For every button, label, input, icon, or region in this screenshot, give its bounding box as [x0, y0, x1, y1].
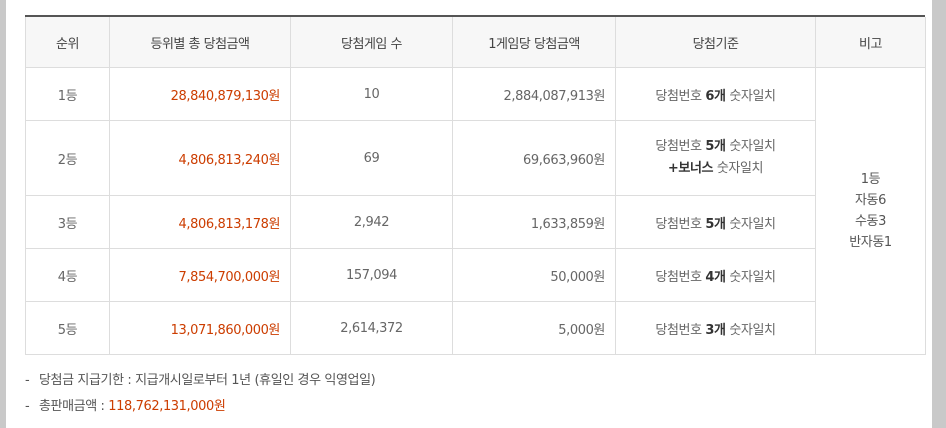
table-row: 1등 28,840,879,130원 10 2,884,087,913원 당첨번…	[25, 67, 926, 355]
winning-games-cell: 157,094	[290, 248, 453, 302]
criteria-count: 6개	[705, 88, 726, 104]
criteria-text: 숫자일치	[725, 216, 776, 232]
total-prize-cell: 7,854,700,000원	[109, 248, 291, 302]
criteria-text: 당첨번호	[655, 269, 706, 285]
rank-cell: 1등	[25, 67, 110, 121]
criteria-count: 3개	[705, 322, 726, 338]
prize-per-game-cell: 69,663,960원	[452, 120, 616, 196]
table-row: 4등 7,854,700,000원 157,094 50,000원 당첨번호 4…	[25, 248, 926, 302]
criteria-line: 당첨번호 5개 숫자일치	[617, 136, 814, 158]
note-item: - 총판매금액 : 118,762,131,000원	[25, 396, 375, 422]
prize-per-game-cell: 5,000원	[452, 301, 616, 355]
table-row: 2등 4,806,813,240원 69 69,663,960원 당첨번호 5개…	[25, 120, 926, 196]
remark-line: 반자동1	[849, 235, 892, 250]
remark-line: 수동3	[855, 214, 886, 229]
remark-line: 1등	[860, 172, 881, 187]
prize-per-game-cell: 2,884,087,913원	[452, 67, 616, 121]
criteria-text: 당첨번호	[655, 322, 706, 338]
total-prize-cell: 28,840,879,130원	[109, 67, 291, 121]
rank-cell: 5등	[25, 301, 110, 355]
header-total-prize: 등위별 총 당첨금액	[109, 17, 291, 68]
rank-cell: 3등	[25, 195, 110, 249]
criteria-text: 숫자일치	[725, 88, 776, 104]
winning-games-cell: 2,614,372	[290, 301, 453, 355]
criteria-line: +보너스 숫자일치	[617, 158, 814, 180]
criteria-count: 5개	[705, 139, 726, 154]
header-criteria: 당첨기준	[615, 17, 816, 68]
rank-cell: 4등	[25, 248, 110, 302]
criteria-cell: 당첨번호 5개 숫자일치 +보너스 숫자일치	[615, 120, 816, 196]
criteria-text: 당첨번호	[655, 216, 706, 232]
total-prize-cell: 13,071,860,000원	[109, 301, 291, 355]
prize-per-game-cell: 1,633,859원	[452, 195, 616, 249]
criteria-count: 4개	[705, 269, 726, 285]
remark-line: 자동6	[855, 193, 886, 208]
winning-games-cell: 2,942	[290, 195, 453, 249]
header-prize-per-game: 1게임당 당첨금액	[452, 17, 616, 68]
bullet-dash: -	[25, 399, 30, 414]
bullet-dash: -	[25, 373, 30, 388]
notes-list: - 당첨금 지급기한 : 지급개시일로부터 1년 (휴일인 경우 익영업일) -총…	[25, 370, 376, 422]
note-item: - 당첨금 지급기한 : 지급개시일로부터 1년 (휴일인 경우 익영업일)	[25, 370, 376, 396]
header-rank: 순위	[25, 17, 110, 68]
total-prize-cell: 4,806,813,240원	[109, 120, 291, 196]
table-row: 5등 13,071,860,000원 2,614,372 5,000원 당첨번호…	[25, 301, 926, 355]
total-prize-cell: 4,806,813,178원	[109, 195, 291, 249]
criteria-cell: 당첨번호 3개 숫자일치	[615, 301, 816, 355]
total-sales-amount: 118,762,131,000원	[108, 399, 226, 414]
criteria-text: 숫자일치	[713, 161, 764, 176]
criteria-text: 당첨번호	[655, 139, 706, 154]
criteria-text: 숫자일치	[725, 269, 776, 285]
header-remark: 비고	[815, 17, 926, 68]
winning-games-cell: 10	[290, 67, 453, 121]
table-row: 3등 4,806,813,178원 2,942 1,633,859원 당첨번호 …	[25, 195, 926, 249]
criteria-cell: 당첨번호 5개 숫자일치	[615, 195, 816, 249]
criteria-cell: 당첨번호 4개 숫자일치	[615, 248, 816, 302]
criteria-text: 숫자일치	[725, 322, 776, 338]
remark-cell: 1등 자동6 수동3 반자동1	[815, 67, 926, 355]
prize-results-table: 순위 등위별 총 당첨금액 당첨게임 수 1게임당 당첨금액 당첨기준 비고 1…	[25, 17, 926, 355]
header-winning-games: 당첨게임 수	[290, 17, 453, 68]
prize-per-game-cell: 50,000원	[452, 248, 616, 302]
criteria-bonus: 보너스	[678, 161, 714, 176]
table-header-row: 순위 등위별 총 당첨금액 당첨게임 수 1게임당 당첨금액 당첨기준 비고	[25, 17, 926, 68]
criteria-text: 숫자일치	[725, 139, 776, 154]
criteria-text: 당첨번호	[655, 88, 706, 104]
winning-games-cell: 69	[290, 120, 453, 196]
total-sales-label: 총판매금액 :	[39, 399, 109, 414]
rank-cell: 2등	[25, 120, 110, 196]
criteria-plus: +	[667, 161, 679, 176]
criteria-cell: 당첨번호 6개 숫자일치	[615, 67, 816, 121]
payment-deadline-note: 당첨금 지급기한 : 지급개시일로부터 1년 (휴일인 경우 익영업일)	[39, 373, 376, 388]
criteria-count: 5개	[705, 216, 726, 232]
